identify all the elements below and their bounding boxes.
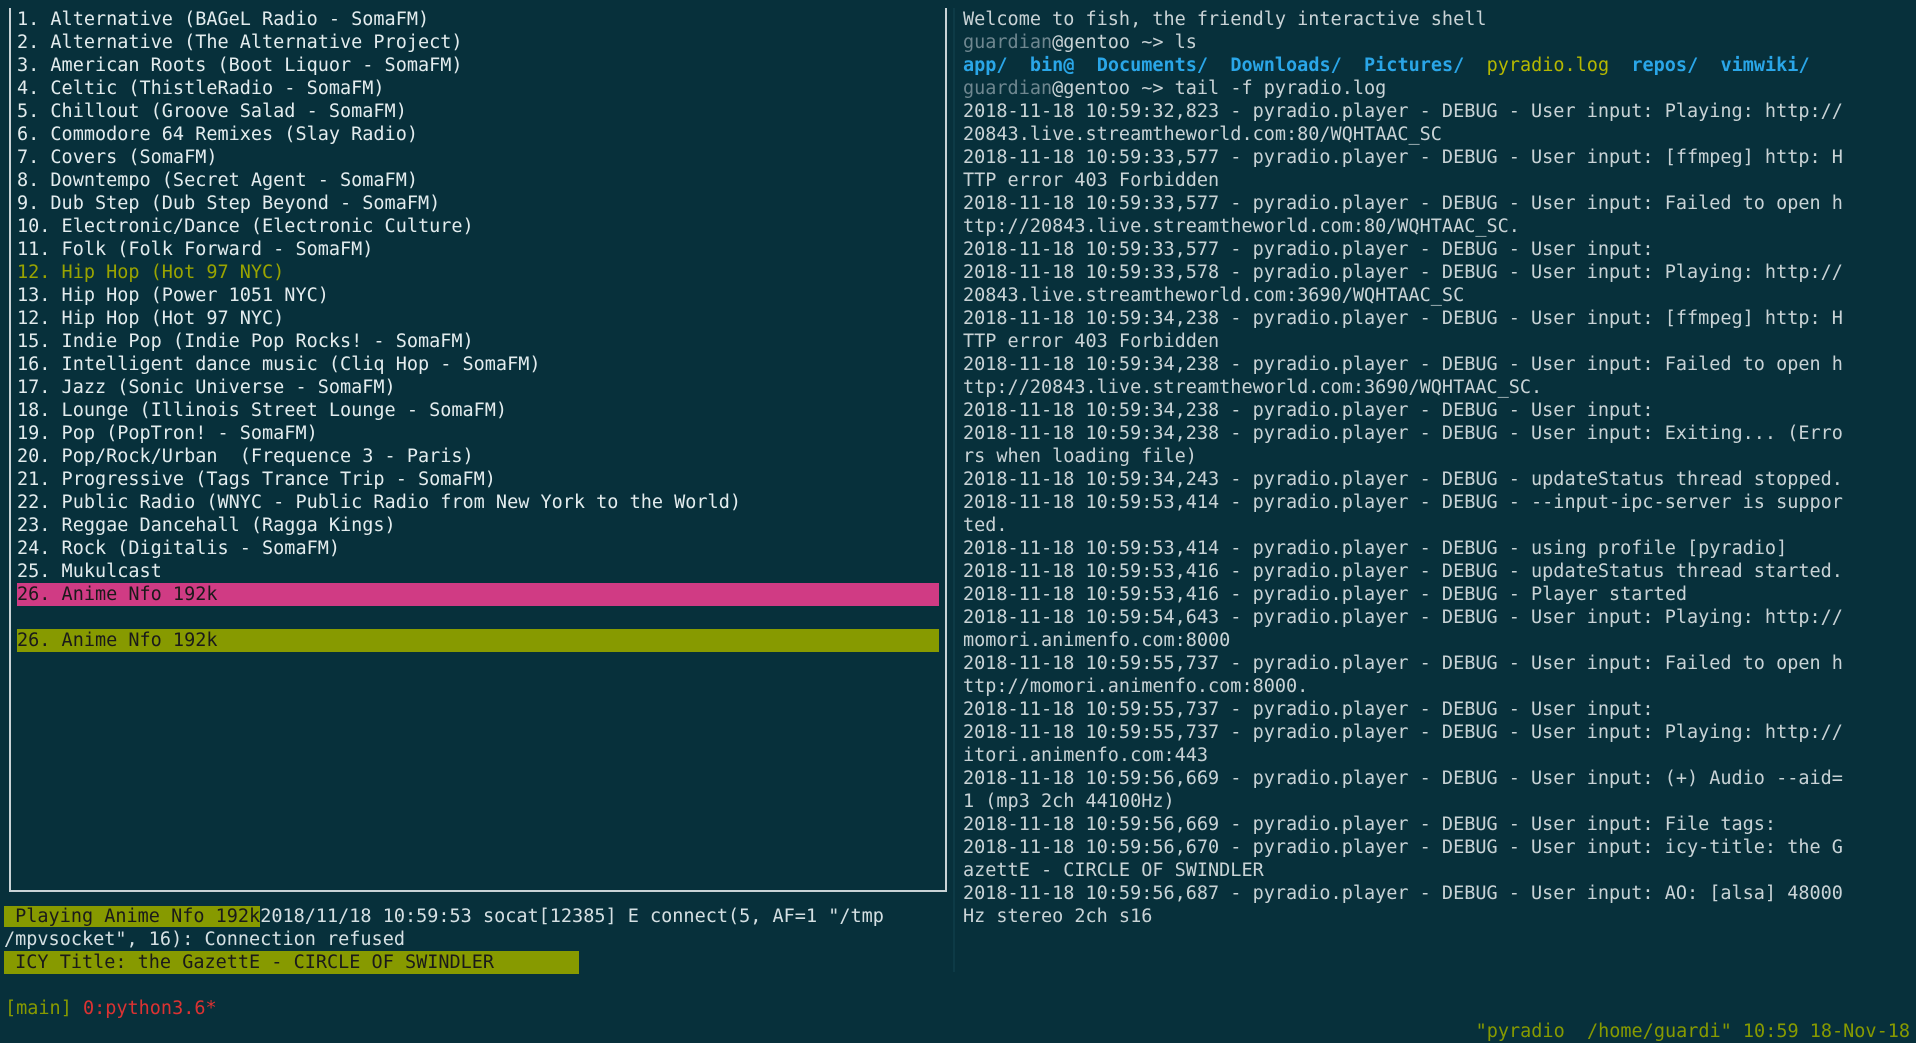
station-item[interactable]: 2. Alternative (The Alternative Project) [17,31,939,54]
ls-entry: Downloads/ [1230,55,1342,76]
station-item[interactable]: 12. Hip Hop (Hot 97 NYC) [17,261,939,284]
log-line: 2018-11-18 10:59:33,577 - pyradio.player… [963,239,1654,260]
selected-station-bar[interactable]: 26. Anime Nfo 192k [17,583,939,606]
station-item[interactable]: 3. American Roots (Boot Liquor - SomaFM) [17,54,939,77]
prompt-user: guardian [963,32,1053,53]
status-line: Playing Anime Nfo 192k2018/11/18 10:59:5… [4,905,952,928]
pane-divider[interactable] [953,8,955,972]
ls-entry: Documents/ [1096,55,1209,76]
tmux-session[interactable]: [main] [5,998,72,1019]
log-line: 2018-11-18 10:59:55,737 - pyradio.player… [963,653,1843,674]
icy-title-line: ICY Title: the GazettE - CIRCLE OF SWIND… [4,951,952,974]
log-line: 2018-11-18 10:59:56,687 - pyradio.player… [963,883,1843,904]
log-line: 2018-11-18 10:59:53,416 - pyradio.player… [963,561,1843,582]
tmux-left: [main] 0:python3.6* [5,997,217,1020]
welcome-message: Welcome to fish, the friendly interactiv… [963,9,1487,30]
log-line: 2018-11-18 10:59:34,238 - pyradio.player… [963,354,1843,375]
log-line: 2018-11-18 10:59:34,238 - pyradio.player… [963,423,1843,444]
command-text: tail -f pyradio.log [1174,78,1387,99]
station-item[interactable]: 1. Alternative (BAGeL Radio - SomaFM) [17,8,939,31]
player-status: Playing Anime Nfo 192k2018/11/18 10:59:5… [4,905,952,974]
station-item[interactable]: 15. Indie Pop (Indie Pop Rocks! - SomaFM… [17,330,939,353]
log-line: 2018-11-18 10:59:55,737 - pyradio.player… [963,699,1654,720]
playing-label: Playing Anime Nfo 192k [4,906,261,927]
tmux-window-tab[interactable]: 0:python3.6* [72,998,217,1019]
ls-entry: app/ [963,55,1008,76]
log-line: rs when loading file) [963,446,1197,467]
command-text: ls [1174,32,1197,53]
icy-title: ICY Title: the GazettE - CIRCLE OF SWIND… [4,951,579,974]
prompt-line: guardian@gentoo ~> tail -f pyradio.log [963,77,1912,100]
log-line: 2018-11-18 10:59:56,670 - pyradio.player… [963,837,1843,858]
station-item[interactable]: 7. Covers (SomaFM) [17,146,939,169]
station-item[interactable]: 6. Commodore 64 Remixes (Slay Radio) [17,123,939,146]
playing-station-bar[interactable]: 26. Anime Nfo 192k [17,629,939,652]
station-item[interactable]: 11. Folk (Folk Forward - SomaFM) [17,238,939,261]
ls-entry: repos/ [1631,55,1699,76]
log-line: ttp://20843.live.streamtheworld.com:80/W… [963,216,1520,237]
station-item[interactable]: 16. Intelligent dance music (Cliq Hop - … [17,353,939,376]
station-item[interactable]: 17. Jazz (Sonic Universe - SomaFM) [17,376,939,399]
ls-entry: pyradio.log [1486,55,1610,76]
station-item[interactable]: 24. Rock (Digitalis - SomaFM) [17,537,939,560]
station-item[interactable]: 4. Celtic (ThistleRadio - SomaFM) [17,77,939,100]
station-item[interactable]: 23. Reggae Dancehall (Ragga Kings) [17,514,939,537]
log-line: 2018-11-18 10:59:33,577 - pyradio.player… [963,147,1843,168]
prompt-host: @gentoo ~> [1052,32,1175,53]
station-list-pane: 1. Alternative (BAGeL Radio - SomaFM) 2. … [9,8,947,892]
log-line: 2018-11-18 10:59:54,643 - pyradio.player… [963,607,1843,628]
station-item[interactable]: 18. Lounge (Illinois Street Lounge - Som… [17,399,939,422]
station-item[interactable]: 10. Electronic/Dance (Electronic Culture… [17,215,939,238]
prompt-line: guardian@gentoo ~> ls [963,31,1912,54]
log-line: 20843.live.streamtheworld.com:80/WQHTAAC… [963,124,1442,145]
socat-error-cont: /mpvsocket", 16): Connection refused [4,929,405,950]
log-line: 2018-11-18 10:59:33,578 - pyradio.player… [963,262,1843,283]
log-line: 2018-11-18 10:59:33,577 - pyradio.player… [963,193,1843,214]
log-line: 1 (mp3 2ch 44100Hz) [963,791,1175,812]
log-line: ttp://20843.live.streamtheworld.com:3690… [963,377,1543,398]
log-line: ttp://momori.animenfo.com:8000. [963,676,1309,697]
log-line: 2018-11-18 10:59:56,669 - pyradio.player… [963,814,1777,835]
station-item[interactable]: 22. Public Radio (WNYC - Public Radio fr… [17,491,939,514]
ls-entry: bin@ [1029,55,1075,76]
station-list[interactable]: 1. Alternative (BAGeL Radio - SomaFM) 2. … [17,8,939,652]
log-line: azettE - CIRCLE OF SWINDLER [963,860,1264,881]
terminal-pane[interactable]: Welcome to fish, the friendly interactiv… [963,8,1912,928]
log-line: 2018-11-18 10:59:53,416 - pyradio.player… [963,584,1687,605]
ls-entry: Pictures/ [1364,55,1465,76]
log-line: momori.animenfo.com:8000 [963,630,1231,651]
log-line: 2018-11-18 10:59:53,414 - pyradio.player… [963,538,1788,559]
station-item[interactable]: 19. Pop (PopTron! - SomaFM) [17,422,939,445]
station-item[interactable]: 9. Dub Step (Dub Step Beyond - SomaFM) [17,192,939,215]
log-line: 2018-11-18 10:59:55,737 - pyradio.player… [963,722,1843,743]
log-line: TTP error 403 Forbidden [963,331,1220,352]
log-line: Hz stereo 2ch s16 [963,906,1153,927]
log-line: 2018-11-18 10:59:34,243 - pyradio.player… [963,469,1843,490]
log-line: 2018-11-18 10:59:34,238 - pyradio.player… [963,400,1654,421]
station-item[interactable]: 20. Pop/Rock/Urban (Frequence 3 - Paris) [17,445,939,468]
log-line: 2018-11-18 10:59:34,238 - pyradio.player… [963,308,1843,329]
log-line: 20843.live.streamtheworld.com:3690/WQHTA… [963,285,1465,306]
station-item[interactable]: 25. Mukulcast [17,560,939,583]
station-item[interactable]: 21. Progressive (Tags Trance Trip - Soma… [17,468,939,491]
station-item[interactable]: 12. Hip Hop (Hot 97 NYC) [17,307,939,330]
log-line: 2018-11-18 10:59:56,669 - pyradio.player… [963,768,1843,789]
log-output: 2018-11-18 10:59:32,823 - pyradio.player… [963,100,1912,928]
prompt-host: @gentoo ~> [1052,78,1175,99]
log-line: TTP error 403 Forbidden [963,170,1220,191]
tmux-status-bar: [main] 0:python3.6* "pyradio /home/guard… [0,974,1916,1042]
ls-entry: vimwiki/ [1720,55,1810,76]
socat-error: 2018/11/18 10:59:53 socat[12385] E conne… [260,906,884,927]
prompt-user: guardian [963,78,1053,99]
log-line: ted. [963,515,1008,536]
station-item[interactable]: 5. Chillout (Groove Salad - SomaFM) [17,100,939,123]
log-line: 2018-11-18 10:59:53,414 - pyradio.player… [963,492,1843,513]
station-item[interactable]: 8. Downtempo (Secret Agent - SomaFM) [17,169,939,192]
log-line: 2018-11-18 10:59:32,823 - pyradio.player… [963,101,1843,122]
ls-output: app/ bin@ Documents/ Downloads/ Pictures… [963,54,1912,77]
station-item[interactable]: 13. Hip Hop (Power 1051 NYC) [17,284,939,307]
log-line: itori.animenfo.com:443 [963,745,1209,766]
tmux-right-status: "pyradio /home/guardi" 10:59 18-Nov-18 [1475,1021,1910,1042]
